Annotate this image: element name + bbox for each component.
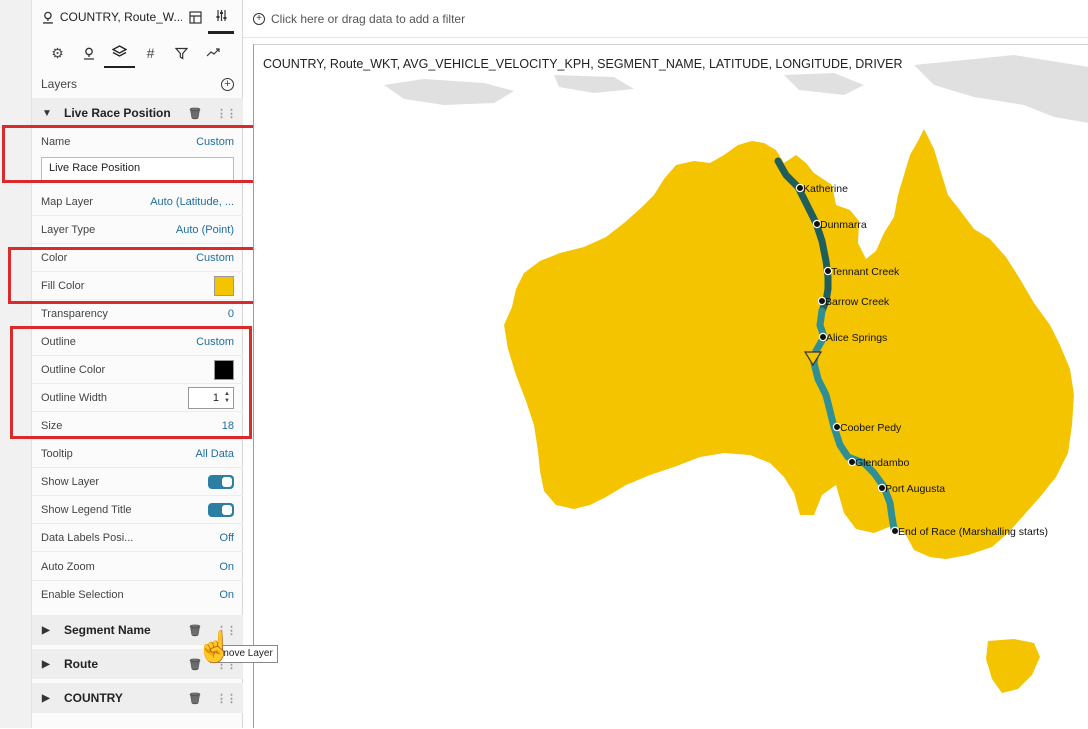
prop-auto-zoom: Auto Zoom On (32, 553, 243, 581)
map-svg[interactable]: Katherine Dunmarra Tennant Creek Barrow Cre… (254, 45, 1088, 729)
map-visualization[interactable]: Katherine Dunmarra Tennant Creek Barrow Cre… (253, 44, 1088, 728)
layers-header: Layers + (32, 72, 243, 96)
highlight-outline-box (10, 326, 252, 439)
neighbor-land (914, 55, 1088, 123)
route-point-label: Katherine (803, 183, 848, 195)
dataset-tab-label: COUNTRY, Route_W... (59, 10, 182, 24)
show-legend-title-toggle[interactable] (208, 502, 234, 517)
prop-label: Map Layer (41, 195, 93, 208)
filter-placeholder[interactable]: Click here or drag data to add a filter (271, 12, 465, 26)
prop-label: Show Legend Title (41, 503, 132, 516)
prop-map-layer: Map Layer Auto (Latitude, ... (32, 188, 243, 216)
prop-label: Layer Type (41, 223, 96, 236)
highlight-name-box (2, 125, 265, 183)
prop-enable-selection: Enable Selection On (32, 581, 243, 609)
data-labels-select[interactable]: Off (220, 532, 234, 544)
add-filter-icon[interactable]: + (253, 12, 265, 25)
map-pin-icon (42, 11, 53, 24)
filter-bar[interactable]: + Click here or drag data to add a filte… (243, 0, 1088, 38)
chevron-right-icon[interactable]: ▶ (42, 625, 54, 636)
chevron-right-icon[interactable]: ▶ (42, 659, 54, 670)
filter-icon[interactable] (166, 38, 197, 68)
route-point-label: Tennant Creek (831, 266, 900, 278)
panel-tabbar: COUNTRY, Route_W... (32, 0, 243, 34)
enable-selection-select[interactable]: On (219, 589, 234, 601)
neighbor-land (784, 73, 864, 95)
prop-show-layer: Show Layer (32, 468, 243, 496)
dataset-tab[interactable]: COUNTRY, Route_W... (32, 0, 182, 34)
layer-title: Route (64, 657, 98, 671)
prop-show-legend-title: Show Legend Title (32, 496, 243, 524)
prop-label: Data Labels Posi... (41, 531, 134, 544)
route-point-label: Port Augusta (885, 483, 945, 495)
layer-header-live-race-position[interactable]: ▼ Live Race Position 🗑 ⋮⋮ (32, 98, 243, 128)
analytics-icon[interactable] (197, 38, 228, 68)
transparency-value[interactable]: 0 (228, 308, 234, 320)
layers-icon[interactable] (104, 38, 135, 68)
add-layer-icon[interactable]: + (221, 77, 234, 91)
tasmania-land (986, 639, 1040, 693)
chevron-right-icon[interactable]: ▶ (42, 693, 54, 704)
australia-land (504, 129, 1074, 559)
layer-header-country[interactable]: ▶ COUNTRY 🗑 ⋮⋮ (32, 683, 243, 713)
show-layer-toggle[interactable] (208, 474, 234, 489)
drag-handle-icon[interactable]: ⋮⋮ (216, 107, 237, 120)
prop-label: Transparency (41, 307, 108, 320)
route-point-label: Dunmarra (820, 219, 867, 231)
grammar-icon[interactable] (182, 0, 208, 34)
prop-data-labels: Data Labels Posi... Off (32, 524, 243, 552)
hash-icon[interactable]: # (135, 38, 166, 68)
gear-icon[interactable]: ⚙ (42, 38, 73, 68)
visualization-title: COUNTRY, Route_WKT, AVG_VEHICLE_VELOCITY… (263, 57, 903, 71)
highlight-color-box (8, 247, 265, 304)
layer-title: COUNTRY (64, 691, 123, 705)
layer-title: Segment Name (64, 623, 151, 637)
route-point-label: Coober Pedy (840, 422, 902, 434)
property-category-icons: ⚙ # (32, 38, 243, 68)
auto-zoom-select[interactable]: On (219, 561, 234, 573)
drag-handle-icon[interactable]: ⋮⋮ (216, 692, 237, 705)
neighbor-land (384, 79, 514, 105)
chevron-down-icon[interactable]: ▼ (42, 108, 54, 119)
prop-label: Enable Selection (41, 589, 124, 601)
prop-label: Auto Zoom (41, 560, 95, 573)
map-pin-icon[interactable] (73, 38, 104, 68)
route-point-label: Barrow Creek (825, 296, 890, 308)
route-point-label: End of Race (Marshalling starts) (898, 526, 1048, 538)
properties-tab-icon[interactable] (208, 0, 234, 34)
prop-label: Show Layer (41, 475, 100, 488)
layers-label: Layers (41, 77, 78, 91)
hand-cursor-icon: ☝ (196, 631, 234, 664)
prop-tooltip: Tooltip All Data (32, 440, 243, 468)
layer-type-select[interactable]: Auto (Point) (176, 224, 234, 236)
prop-layer-type: Layer Type Auto (Point) (32, 216, 243, 244)
trash-icon[interactable]: 🗑 (188, 692, 202, 705)
tooltip-select[interactable]: All Data (195, 448, 234, 460)
layer-title: Live Race Position (64, 106, 171, 120)
map-layer-select[interactable]: Auto (Latitude, ... (150, 196, 234, 208)
prop-transparency: Transparency 0 (32, 300, 243, 328)
prop-label: Tooltip (41, 447, 73, 460)
neighbor-land (554, 75, 634, 93)
route-point-label: Alice Springs (826, 332, 887, 344)
trash-icon[interactable]: 🗑 (188, 107, 202, 120)
route-point-label: Glendambo (855, 457, 909, 469)
